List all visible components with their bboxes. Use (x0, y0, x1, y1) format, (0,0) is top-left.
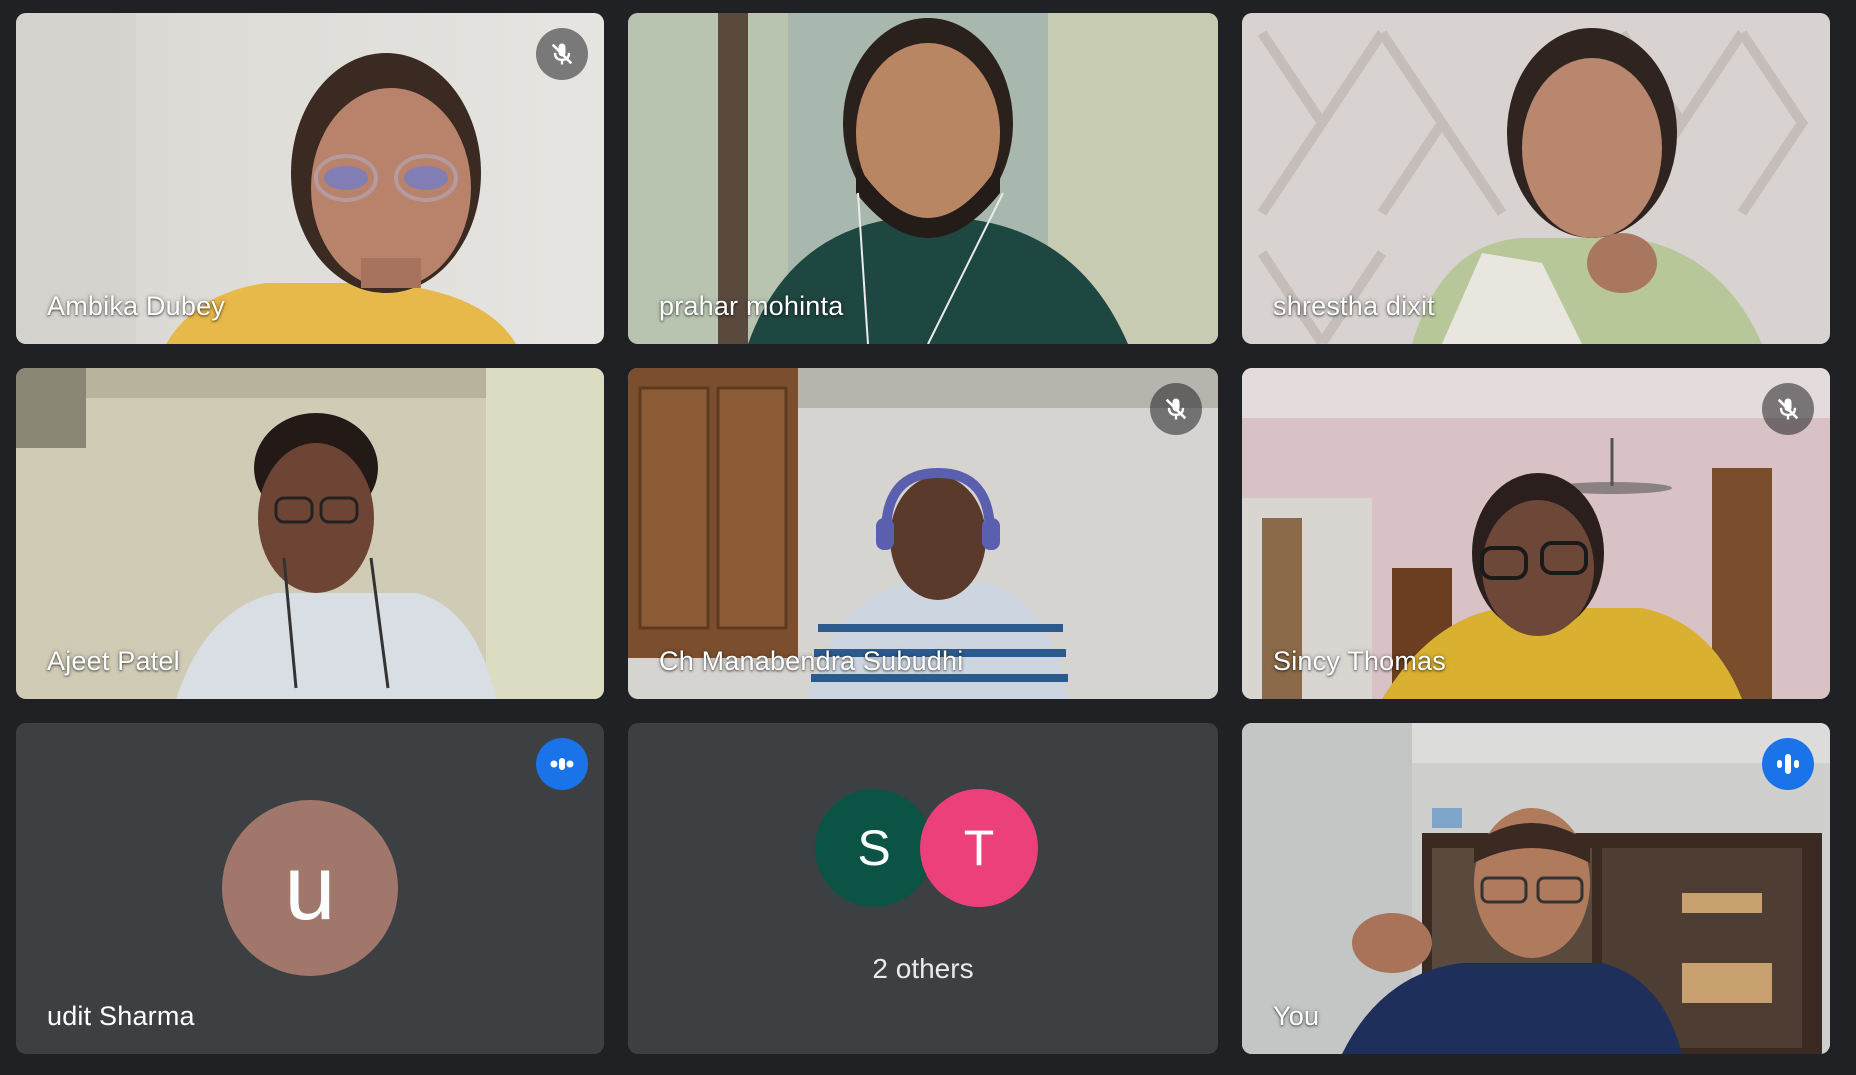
avatar-letter: T (963, 820, 995, 876)
participant-tile-udit-sharma[interactable]: u udit Sharma (16, 723, 604, 1054)
others-avatars: S T (628, 789, 1218, 907)
participant-video (1242, 723, 1830, 1054)
participant-tile-ajeet-patel[interactable]: Ajeet Patel (16, 368, 604, 699)
mic-off-icon (1762, 383, 1814, 435)
participant-name: Ambika Dubey (47, 291, 225, 321)
participant-name: Ch Manabendra Subudhi (659, 646, 964, 676)
avatar-letter: u (284, 837, 336, 939)
participant-name: Sincy Thomas (1273, 646, 1446, 676)
avatar: u (222, 800, 398, 976)
participant-name: shrestha dixit (1273, 291, 1435, 321)
audio-level-icon (1762, 738, 1814, 790)
meeting-grid: Ambika Dubey prahar mohinta shrestha dix… (16, 13, 1830, 1054)
participant-tile-ambika-dubey[interactable]: Ambika Dubey (16, 13, 604, 344)
others-count-label: 2 others (872, 953, 974, 984)
avatar: T (920, 789, 1038, 907)
participant-name: prahar mohinta (659, 291, 844, 321)
participant-tile-you[interactable]: You (1242, 723, 1830, 1054)
mic-off-icon (536, 28, 588, 80)
others-tile[interactable]: S T 2 others (628, 723, 1218, 1054)
avatar: S (815, 789, 933, 907)
participant-tile-ch-manabendra-subudhi[interactable]: Ch Manabendra Subudhi (628, 368, 1218, 699)
mic-off-icon (1150, 383, 1202, 435)
participant-tile-sincy-thomas[interactable]: Sincy Thomas (1242, 368, 1830, 699)
avatar-letter: S (857, 820, 891, 876)
participant-name: Ajeet Patel (47, 646, 180, 676)
participant-tile-prahar-mohinta[interactable]: prahar mohinta (628, 13, 1218, 344)
participant-name: You (1273, 1001, 1320, 1031)
participant-tile-shrestha-dixit[interactable]: shrestha dixit (1242, 13, 1830, 344)
participant-name: udit Sharma (47, 1001, 195, 1031)
audio-level-icon (536, 738, 588, 790)
